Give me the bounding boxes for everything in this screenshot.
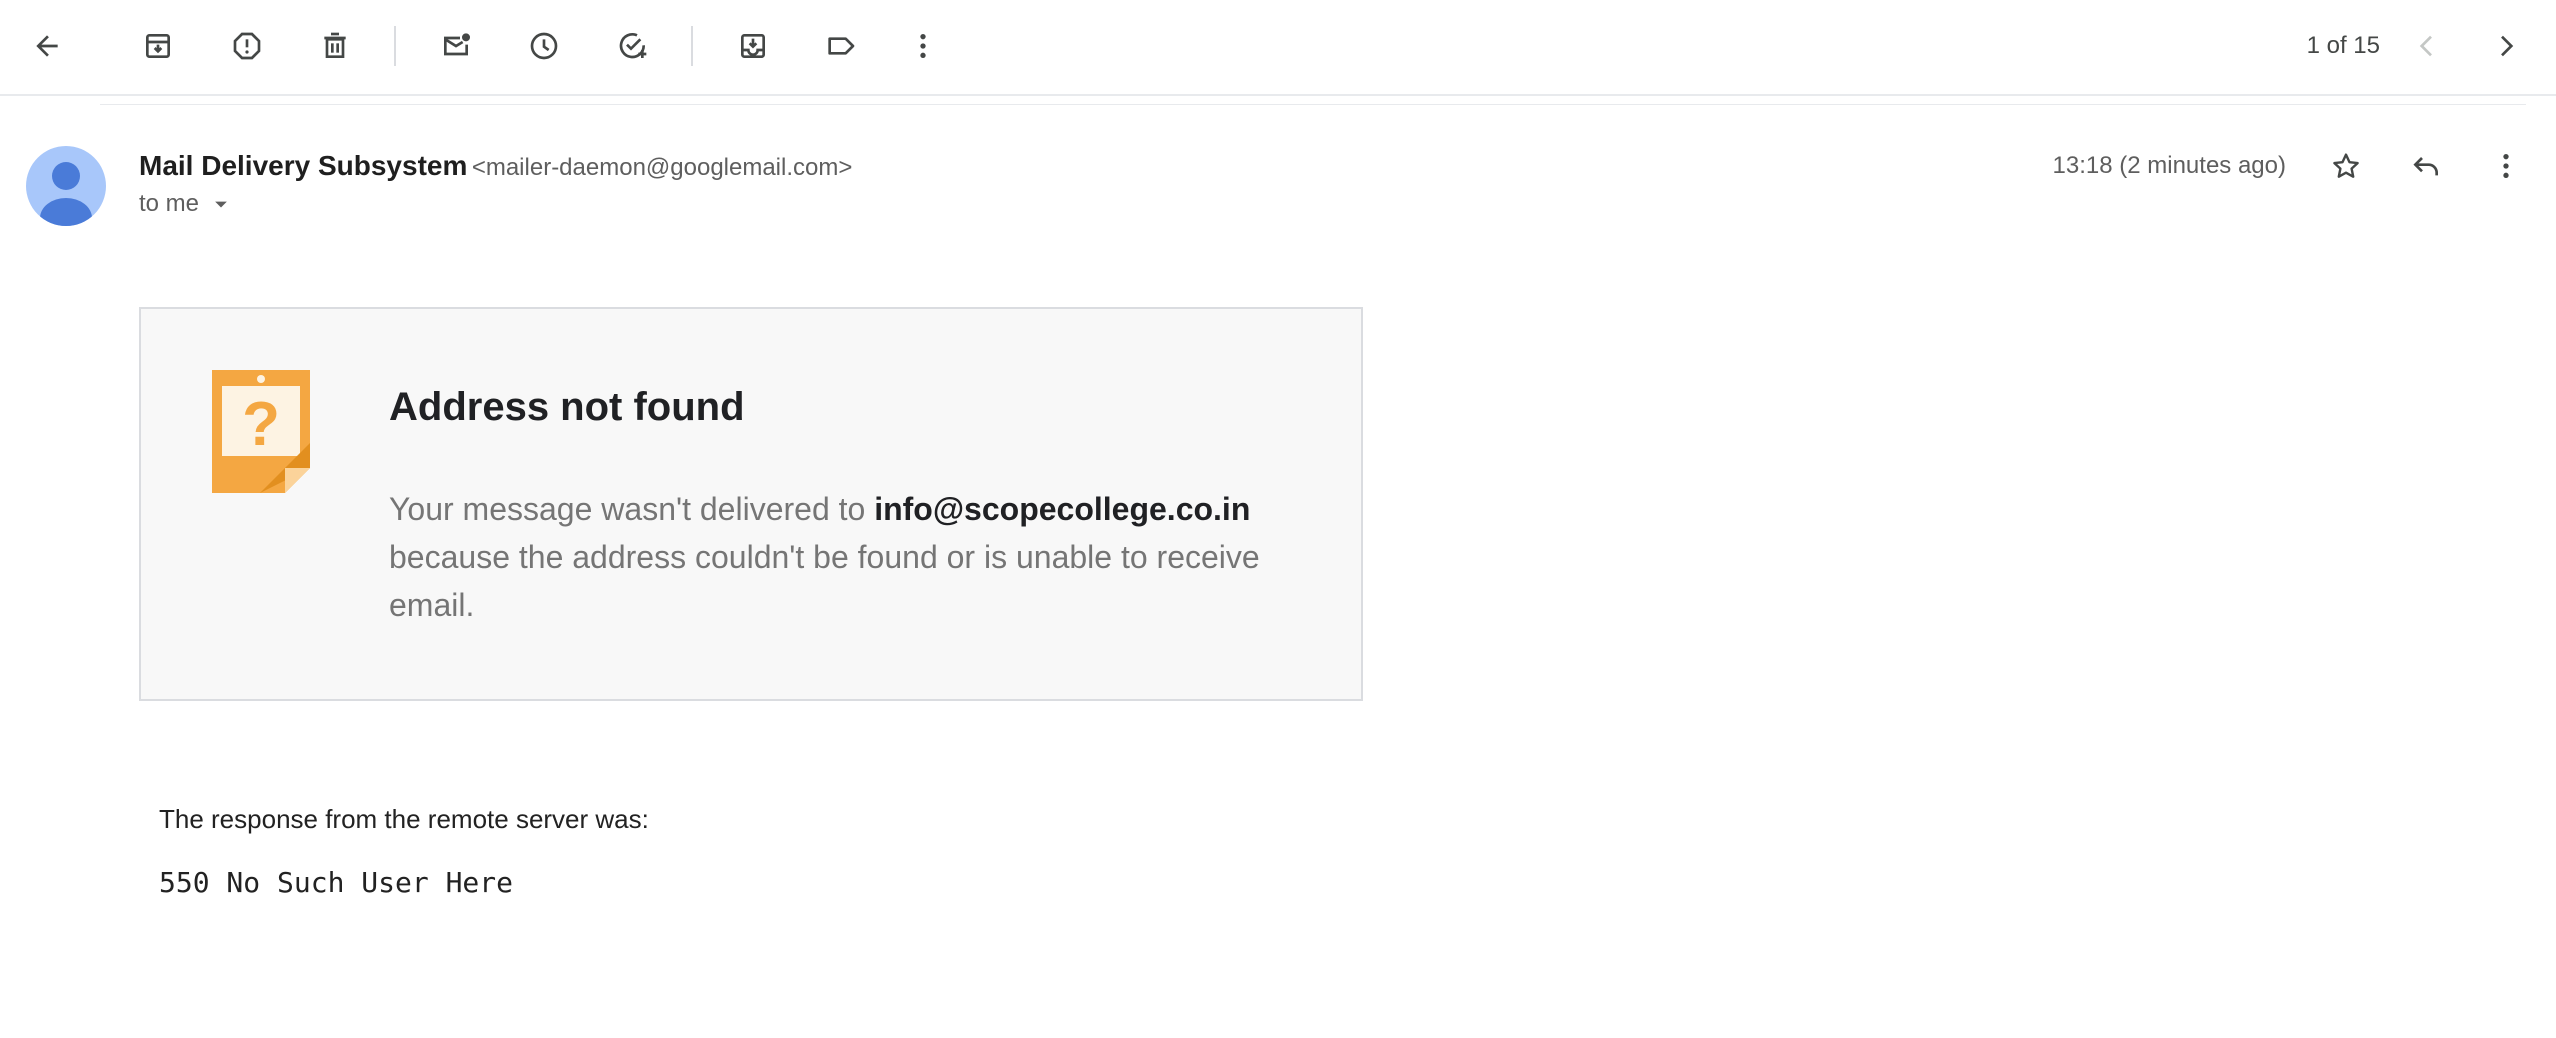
snooze-icon xyxy=(530,32,558,60)
toolbar-divider xyxy=(691,26,693,66)
avatar[interactable] xyxy=(26,146,106,226)
back-button[interactable] xyxy=(23,22,71,70)
person-icon xyxy=(26,146,106,226)
star-button[interactable] xyxy=(2322,142,2370,190)
report-spam-icon xyxy=(233,32,261,60)
toolbar-divider xyxy=(394,26,396,66)
chevron-left-icon xyxy=(2419,35,2432,57)
recipient-label: to me xyxy=(139,190,200,217)
sticky-note-question-icon: ? xyxy=(212,370,312,496)
more-vert-icon xyxy=(2503,154,2509,178)
sender-line: Mail Delivery Subsystem <mailer-daemon@g… xyxy=(139,148,852,189)
delete-icon xyxy=(324,32,346,58)
archive-icon xyxy=(146,34,170,58)
more-vert-icon xyxy=(920,34,926,58)
newer-button[interactable] xyxy=(2403,22,2451,70)
label-icon xyxy=(828,37,855,55)
message-counter: 1 of 15 xyxy=(2306,32,2380,59)
add-to-tasks-icon xyxy=(619,33,647,59)
thread-divider xyxy=(100,104,2526,105)
caret-down-icon xyxy=(215,201,227,208)
bounce-body-suffix: because the address couldn't be found or… xyxy=(389,539,1260,623)
bounce-notice-card: ? Address not found Your message wasn't … xyxy=(139,307,1363,701)
recipient-details-toggle[interactable]: to me xyxy=(139,190,235,218)
chevron-right-icon xyxy=(2501,35,2514,57)
snooze-button[interactable] xyxy=(520,22,568,70)
delete-button[interactable] xyxy=(311,22,359,70)
star-icon xyxy=(2333,153,2359,178)
response-code: 550 No Such User Here xyxy=(159,866,514,899)
timestamp: 13:18 (2 minutes ago) xyxy=(2052,152,2286,179)
move-to-button[interactable] xyxy=(729,22,777,70)
label-button[interactable] xyxy=(817,22,865,70)
bounce-body-prefix: Your message wasn't delivered to xyxy=(389,491,875,527)
message-more-button[interactable] xyxy=(2482,142,2530,190)
mark-unread-icon xyxy=(444,33,470,56)
sender-email: <mailer-daemon@googlemail.com> xyxy=(471,154,853,181)
archive-button[interactable] xyxy=(134,22,182,70)
more-options-button[interactable] xyxy=(899,22,947,70)
bounce-message: Your message wasn't delivered to info@sc… xyxy=(389,485,1289,629)
response-label: The response from the remote server was: xyxy=(159,804,649,834)
bounced-address: info@scopecollege.co.in xyxy=(874,491,1251,527)
svg-text:?: ? xyxy=(242,390,280,459)
reply-icon xyxy=(2413,157,2438,176)
older-button[interactable] xyxy=(2482,22,2530,70)
toolbar-divider-line xyxy=(0,94,2556,96)
mark-unread-button[interactable] xyxy=(432,22,480,70)
back-arrow-icon xyxy=(36,35,58,57)
report-spam-button[interactable] xyxy=(223,22,271,70)
move-to-icon xyxy=(741,34,765,58)
reply-button[interactable] xyxy=(2402,142,2450,190)
bounce-title: Address not found xyxy=(389,385,745,429)
add-to-tasks-button[interactable] xyxy=(609,22,657,70)
sender-name[interactable]: Mail Delivery Subsystem xyxy=(139,150,467,181)
